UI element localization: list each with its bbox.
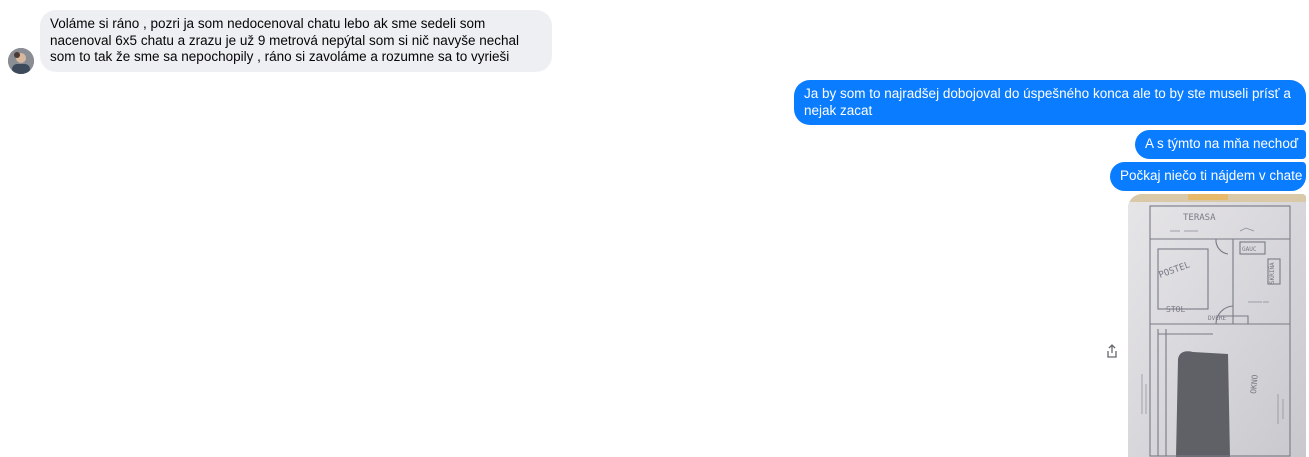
photo-attachment[interactable]: TERASA POSTEL STOL DVERE GAUC SKRIŇA OKN… <box>1128 194 1306 457</box>
incoming-message[interactable]: Voláme si ráno , pozri ja som nedocenova… <box>40 10 552 72</box>
outgoing-message[interactable]: Počkaj niečo ti nájdem v chate <box>1110 162 1306 191</box>
sketch-label: STOL <box>1166 305 1185 314</box>
sketch-label: SKRIŇA <box>1269 262 1276 284</box>
sketch-label: DVERE <box>1208 315 1226 322</box>
share-button[interactable] <box>1102 341 1122 361</box>
sender-avatar[interactable] <box>8 48 34 74</box>
sketch-label: TERASA <box>1183 213 1216 223</box>
user-avatar-icon <box>8 48 34 74</box>
share-icon <box>1107 344 1117 358</box>
outgoing-message[interactable]: Ja by som to najradšej dobojoval do úspe… <box>794 80 1306 125</box>
sketch-label: OKNO <box>1249 374 1260 394</box>
sketch-label: GAUC <box>1242 246 1257 253</box>
outgoing-message[interactable]: A s týmto na mňa nechoď <box>1135 130 1306 159</box>
chat-thread: Voláme si ráno , pozri ja som nedocenova… <box>0 0 1309 457</box>
floor-plan-sketch-image: TERASA POSTEL STOL DVERE GAUC SKRIŇA OKN… <box>1128 194 1306 457</box>
